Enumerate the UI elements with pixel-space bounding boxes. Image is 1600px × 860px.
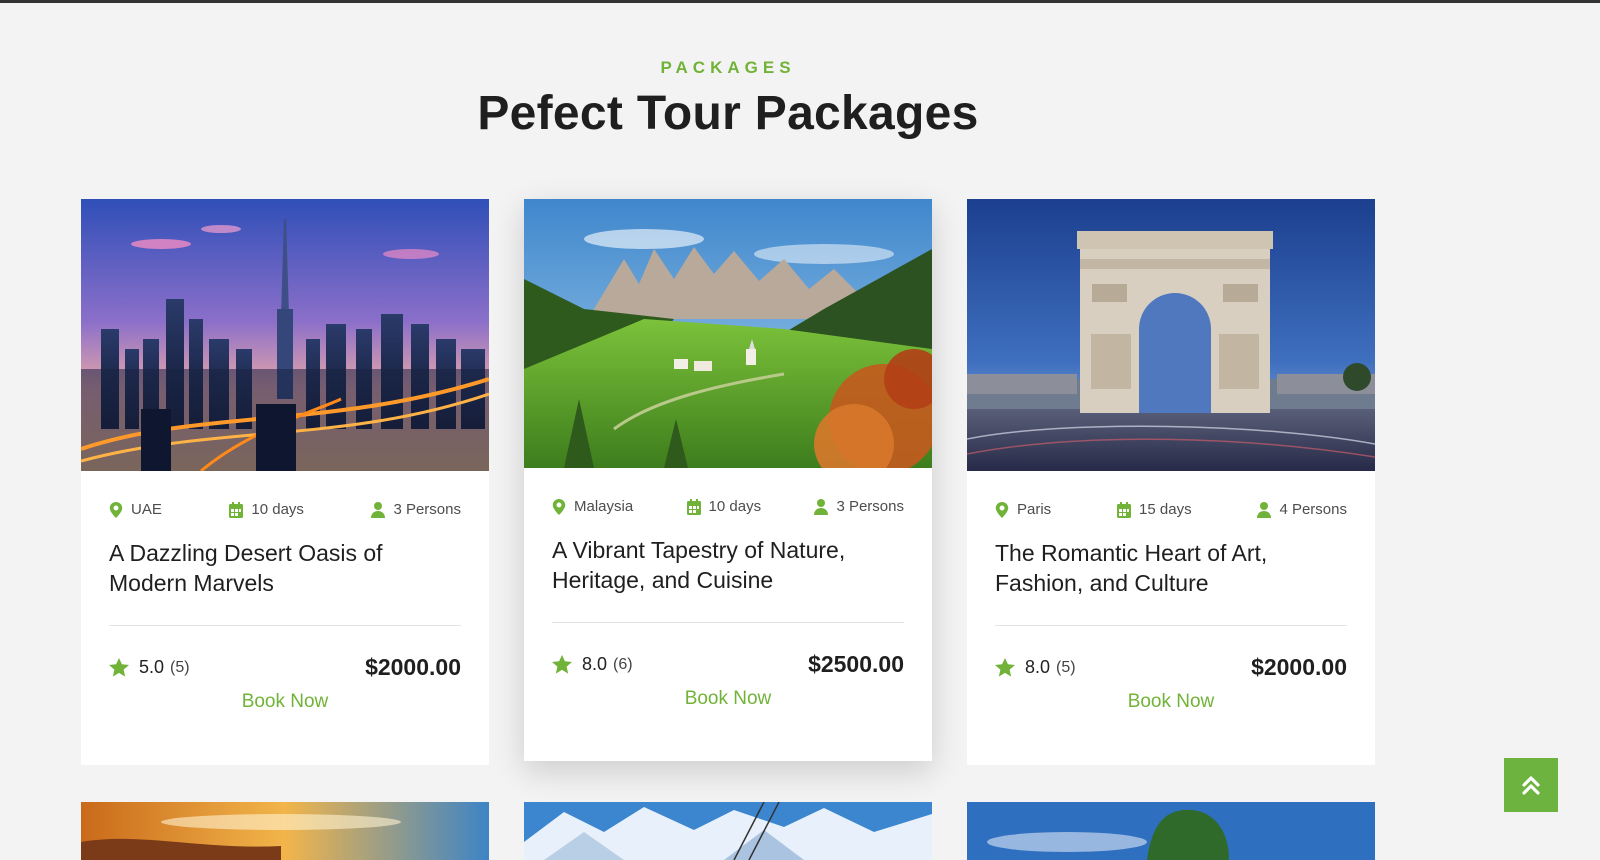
package-card-partial[interactable] bbox=[967, 802, 1375, 860]
rating-count: (5) bbox=[1056, 658, 1076, 676]
divider bbox=[109, 625, 461, 626]
duration-label: 15 days bbox=[1139, 501, 1192, 518]
user-icon bbox=[814, 498, 829, 515]
package-title-line: A Vibrant Tapestry of Nature, bbox=[552, 537, 846, 563]
package-meta: Malaysia 10 days 3 Persons bbox=[524, 498, 932, 515]
package-title-line: Modern Marvels bbox=[109, 570, 274, 596]
divider bbox=[552, 622, 904, 623]
rating-count: (5) bbox=[170, 658, 190, 676]
meta-location: Malaysia bbox=[552, 498, 633, 515]
user-icon bbox=[371, 501, 386, 518]
arc-de-triomphe-photo bbox=[967, 199, 1375, 471]
package-footer: 8.0 (6) $2500.00 bbox=[524, 651, 932, 678]
user-icon bbox=[1257, 501, 1272, 518]
rating: 8.0 (6) bbox=[552, 654, 633, 675]
persons-label: 3 Persons bbox=[393, 501, 461, 518]
star-icon bbox=[109, 658, 129, 677]
package-title-line: Fashion, and Culture bbox=[995, 570, 1209, 596]
dubai-skyline-photo bbox=[81, 199, 489, 471]
package-price: $2000.00 bbox=[365, 654, 461, 680]
package-title[interactable]: A Dazzling Desert Oasis of Modern Marvel… bbox=[81, 538, 489, 598]
star-icon bbox=[995, 658, 1015, 677]
package-price: $2500.00 bbox=[808, 651, 904, 677]
rating-value: 8.0 bbox=[1025, 657, 1051, 677]
package-card[interactable]: Malaysia 10 days 3 Persons A Vibrant Tap… bbox=[524, 199, 932, 761]
package-title-line: Heritage, and Cuisine bbox=[552, 567, 774, 593]
package-footer: 5.0 (5) $2000.00 bbox=[81, 654, 489, 681]
package-title-line: A Dazzling Desert Oasis of bbox=[109, 540, 383, 566]
section-title: Pefect Tour Packages bbox=[477, 87, 979, 140]
meta-location: Paris bbox=[995, 501, 1051, 518]
top-border bbox=[0, 0, 1600, 3]
book-now-button[interactable]: Book Now bbox=[81, 691, 489, 713]
meta-duration: 10 days bbox=[229, 501, 304, 518]
package-image[interactable] bbox=[524, 199, 932, 468]
duration-label: 10 days bbox=[251, 501, 304, 518]
snowy-mountain-photo bbox=[524, 802, 932, 860]
rating-value: 8.0 bbox=[582, 654, 608, 674]
rating-value: 5.0 bbox=[139, 657, 165, 677]
location-label: Paris bbox=[1017, 501, 1052, 518]
location-label: UAE bbox=[131, 501, 162, 518]
persons-label: 4 Persons bbox=[1279, 501, 1347, 518]
section-eyebrow: PACKAGES bbox=[660, 58, 796, 77]
package-meta: UAE 10 days 3 Persons bbox=[81, 501, 489, 518]
package-image[interactable] bbox=[81, 199, 489, 471]
package-card-partial[interactable] bbox=[524, 802, 932, 860]
package-card[interactable]: UAE 10 days 3 Persons A Dazzling Desert … bbox=[81, 199, 489, 765]
package-card[interactable]: Paris 15 days 4 Persons The Romantic Hea… bbox=[967, 199, 1375, 765]
calendar-icon bbox=[686, 498, 701, 515]
sunset-photo bbox=[81, 802, 489, 860]
package-card-partial[interactable] bbox=[81, 802, 489, 860]
duration-label: 10 days bbox=[708, 498, 762, 515]
map-pin-icon bbox=[552, 498, 566, 515]
mountain-valley-photo bbox=[524, 199, 932, 468]
scroll-to-top-button[interactable] bbox=[1504, 758, 1558, 812]
island-rock-photo bbox=[967, 802, 1375, 860]
package-footer: 8.0 (5) $2000.00 bbox=[967, 654, 1375, 681]
package-title[interactable]: The Romantic Heart of Art, Fashion, and … bbox=[967, 538, 1375, 598]
package-title-line: The Romantic Heart of Art, bbox=[995, 540, 1268, 566]
location-label: Malaysia bbox=[574, 498, 634, 515]
star-icon bbox=[552, 655, 572, 674]
meta-persons: 3 Persons bbox=[814, 498, 904, 515]
meta-duration: 15 days bbox=[1117, 501, 1192, 518]
meta-location: UAE bbox=[109, 501, 162, 518]
book-now-button[interactable]: Book Now bbox=[967, 691, 1375, 713]
package-price: $2000.00 bbox=[1251, 654, 1347, 680]
package-image[interactable] bbox=[967, 199, 1375, 471]
calendar-icon bbox=[1117, 501, 1132, 518]
map-pin-icon bbox=[109, 501, 123, 518]
double-chevron-up-icon bbox=[1522, 776, 1540, 795]
persons-label: 3 Persons bbox=[836, 498, 904, 515]
meta-persons: 3 Persons bbox=[371, 501, 461, 518]
divider bbox=[995, 625, 1347, 626]
package-meta: Paris 15 days 4 Persons bbox=[967, 501, 1375, 518]
rating-count: (6) bbox=[613, 655, 633, 673]
calendar-icon bbox=[229, 501, 244, 518]
meta-persons: 4 Persons bbox=[1257, 501, 1347, 518]
rating: 5.0 (5) bbox=[109, 657, 190, 678]
map-pin-icon bbox=[995, 501, 1009, 518]
section-header: PACKAGES Pefect Tour Packages bbox=[0, 58, 1456, 141]
meta-duration: 10 days bbox=[686, 498, 762, 515]
rating: 8.0 (5) bbox=[995, 657, 1076, 678]
package-title[interactable]: A Vibrant Tapestry of Nature, Heritage, … bbox=[524, 535, 932, 595]
book-now-button[interactable]: Book Now bbox=[524, 688, 932, 710]
